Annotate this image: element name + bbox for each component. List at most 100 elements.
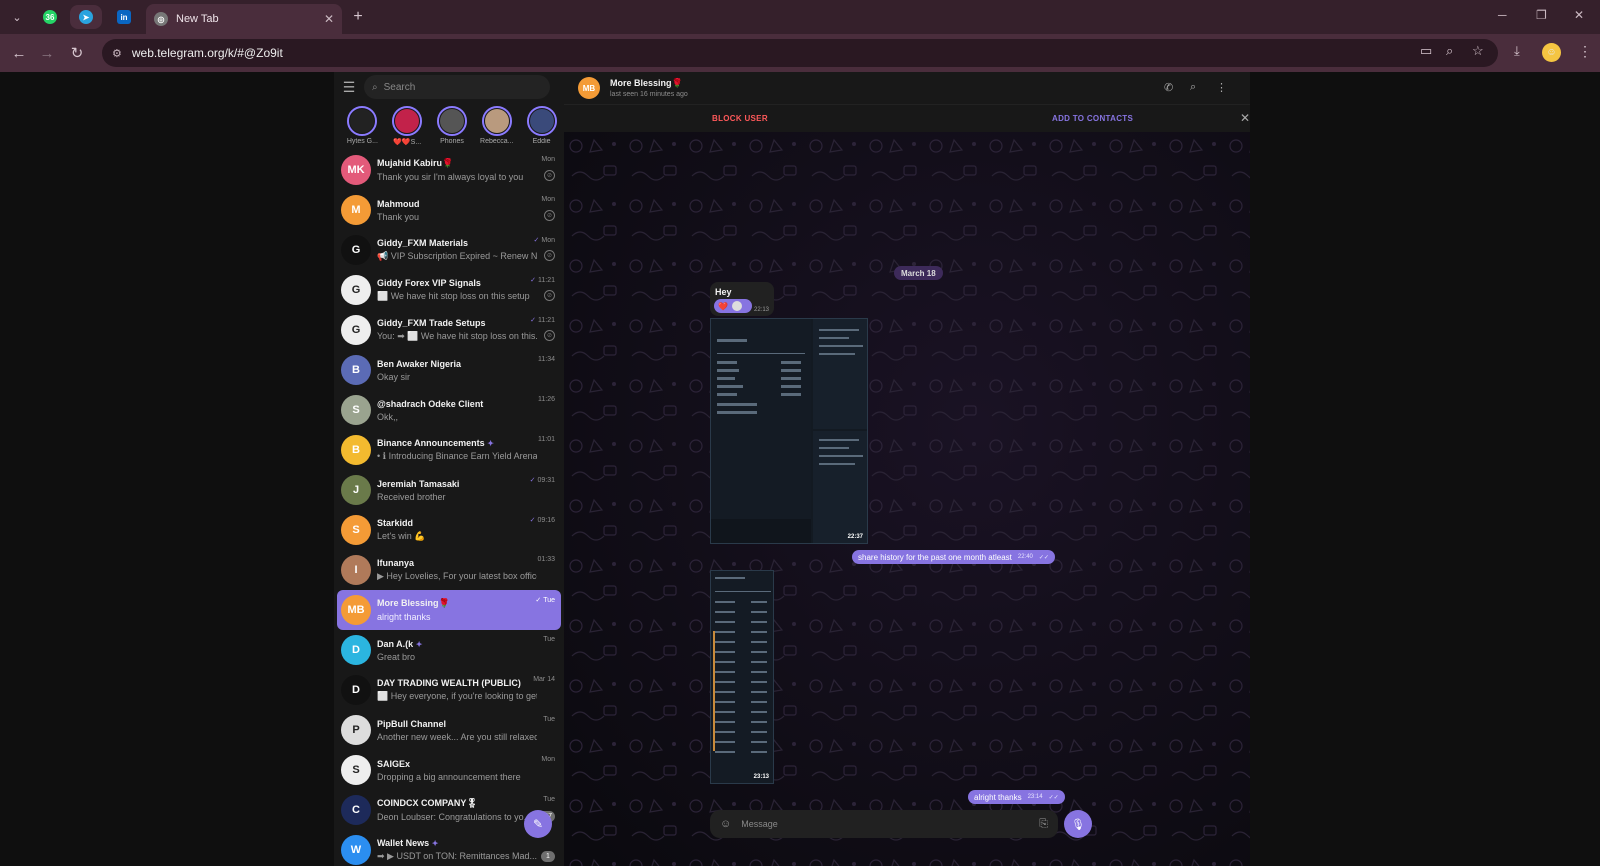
chat-item-body: SAIGEx Dropping a big announcement there <box>377 759 561 782</box>
url-text: web.telegram.org/k/#@Zo9it <box>131 46 283 60</box>
add-to-contacts-button[interactable]: ADD TO CONTACTS <box>1052 114 1133 123</box>
chat-list-item[interactable]: W Wallet News ✦ ➡ ▶ USDT on TON: Remittanc… <box>337 830 561 866</box>
chat-name: Mahmoud <box>377 199 537 209</box>
chat-list-item[interactable]: S SAIGEx Dropping a big announcement there… <box>337 750 561 790</box>
story-item[interactable]: Hytes G... <box>340 106 385 150</box>
chat-last-message: Dropping a big announcement there <box>377 771 521 782</box>
chat-list-item[interactable]: M Mahmoud Thank you Mon ⊘ <box>337 190 561 230</box>
chat-time-text: 11:21 <box>538 277 555 284</box>
menu-icon[interactable]: ☰ <box>334 79 364 96</box>
chat-last-message: Thank you <box>377 211 420 222</box>
chat-name-text: Wallet News <box>377 838 430 848</box>
tab-search-button[interactable]: ⌄ <box>6 7 28 27</box>
search-input[interactable]: ⌕ Search <box>364 75 550 99</box>
story-ring <box>436 106 467 136</box>
verified-icon: ✦ <box>431 839 439 848</box>
close-icon[interactable]: ✕ <box>324 12 334 26</box>
chat-name-text: Mahmoud <box>377 198 420 209</box>
outgoing-message[interactable]: share history for the past one month atl… <box>852 550 1055 564</box>
chat-list-item[interactable]: G Giddy_FXM Materials 📢 VIP Subscription E… <box>337 230 561 270</box>
chat-list-item[interactable]: P PipBull Channel Another new week... Are … <box>337 710 561 750</box>
browser-menu-icon[interactable]: ⋮ <box>1578 43 1592 60</box>
avatar: C <box>341 795 371 825</box>
address-bar[interactable]: ⚙ web.telegram.org/k/#@Zo9it <box>102 39 1498 67</box>
forward-button[interactable]: → <box>36 42 58 64</box>
arrow-left-icon: ← <box>11 44 27 62</box>
story-item[interactable]: Phones <box>430 106 475 150</box>
check-icon: ✓ <box>530 317 536 324</box>
avatar <box>484 109 509 133</box>
new-tab-button[interactable]: + <box>348 7 368 27</box>
story-item[interactable]: Eddie <box>519 106 564 150</box>
browser-toolbar: ← → ↻ ⚙ web.telegram.org/k/#@Zo9it ▭ ⌕ ☆ <box>0 34 1600 72</box>
downloads-icon[interactable]: ⤓ <box>1514 43 1520 59</box>
chat-time: Mon <box>541 156 555 163</box>
chat-list-item[interactable]: B Ben Awaker Nigeria Okay sir 11:34 <box>337 350 561 390</box>
restore-button[interactable]: ❐ <box>1536 8 1547 22</box>
bookmark-star-icon[interactable]: ☆ <box>1472 43 1484 59</box>
chat-name: Ifunanya <box>377 558 537 568</box>
story-ring <box>392 106 423 136</box>
voice-record-button[interactable]: 🎙 <box>1064 810 1092 838</box>
outgoing-message[interactable]: alright thanks 23:14 ✓✓ <box>968 790 1065 804</box>
screenshot-image[interactable]: 23:13 <box>710 570 774 784</box>
tab-new-tab[interactable]: ◎ New Tab ✕ <box>146 4 342 34</box>
chat-list-item[interactable]: MK Mujahid Kabiru🌹 Thank you sir I'm alway… <box>337 150 561 190</box>
chat-title: More Blessing🌹 <box>610 78 683 88</box>
chat-last-message: alright thanks <box>377 612 431 622</box>
pin-icon: ⊘ <box>544 290 555 301</box>
chat-name-text: DAY TRADING WEALTH (PUBLIC) <box>377 678 521 688</box>
story-item[interactable]: Rebecca... <box>474 106 519 150</box>
compose-button[interactable]: ✎ <box>524 810 552 838</box>
emoji-icon[interactable]: ☺ <box>720 818 731 830</box>
last-seen-status: last seen 16 minutes ago <box>610 91 688 98</box>
story-item[interactable]: ❤️❤️S... <box>385 106 430 150</box>
chat-header[interactable]: MB More Blessing🌹 last seen 16 minutes a… <box>564 72 1250 104</box>
install-app-icon[interactable]: ▭ <box>1420 43 1432 59</box>
message-input[interactable]: ☺ Message ⎘ <box>710 810 1058 838</box>
chat-time: 11:26 <box>538 396 555 403</box>
chat-list-item[interactable]: I Ifunanya ▶ Hey Lovelies, For your latest… <box>337 550 561 590</box>
screenshot-image[interactable]: 22:37 <box>710 318 868 544</box>
back-button[interactable]: ← <box>8 42 30 64</box>
incoming-message[interactable]: Hey ❤️ 22:13 <box>710 282 774 316</box>
avatar <box>350 109 375 133</box>
window-close-button[interactable]: ✕ <box>1574 8 1584 22</box>
pinned-tab-telegram[interactable]: ➤ <box>70 5 102 29</box>
reload-button[interactable]: ↻ <box>66 42 88 64</box>
minimize-button[interactable]: ─ <box>1498 8 1507 22</box>
chat-list-item[interactable]: S Starkidd Let's win 💪 ✓ 09:16 <box>337 510 561 550</box>
pinned-tab-whatsapp[interactable]: 36 <box>34 5 66 29</box>
chat-name: SAIGEx <box>377 759 537 769</box>
story-name: Phones <box>440 138 464 145</box>
reaction-chip[interactable]: ❤️ <box>714 299 752 313</box>
profile-avatar[interactable]: ☺ <box>1542 43 1561 62</box>
more-options-icon[interactable]: ⋮ <box>1216 81 1227 94</box>
chat-list-item[interactable]: MB More Blessing🌹 alright thanks ✓ Tue <box>337 590 561 630</box>
chat-list-item[interactable]: G Giddy_FXM Trade Setups You: ➡ ⬜ We have … <box>337 310 561 350</box>
search-icon[interactable]: ⌕ <box>1190 81 1196 94</box>
arrow-right-icon: → <box>39 44 55 62</box>
date-separator: March 18 <box>894 266 943 280</box>
site-info-icon[interactable]: ⚙ <box>112 47 122 60</box>
chat-list-item[interactable]: J Jeremiah Tamasaki Received brother ✓ 09:31 <box>337 470 561 510</box>
chat-item-body: Ifunanya ▶ Hey Lovelies, For your latest … <box>377 558 561 582</box>
chat-list-item[interactable]: B Binance Announcements ✦ • ℹ Introducing … <box>337 430 561 470</box>
paperclip-icon[interactable]: ⎘ <box>1039 818 1048 831</box>
chat-list-item[interactable]: D DAY TRADING WEALTH (PUBLIC) ⬜ Hey everyo… <box>337 670 561 710</box>
avatar[interactable]: MB <box>578 77 600 99</box>
check-icon: ✓ <box>529 477 536 484</box>
chat-list-item[interactable]: G Giddy Forex VIP Signals ⬜ We have hit st… <box>337 270 561 310</box>
zoom-icon[interactable]: ⌕ <box>1446 43 1453 59</box>
phone-icon[interactable]: ✆ <box>1164 81 1173 94</box>
pinned-tab-linkedin[interactable]: in <box>108 5 140 29</box>
block-user-button[interactable]: BLOCK USER <box>712 114 768 123</box>
chat-time: ✓ Tue <box>535 596 555 604</box>
close-icon[interactable]: ✕ <box>1240 111 1250 125</box>
chat-list-item[interactable]: D Dan A.(k ✦ Great bro Tue <box>337 630 561 670</box>
chat-list-item[interactable]: S @shadrach Odeke Client Okk,, 11:26 <box>337 390 561 430</box>
chat-name-text: SAIGEx <box>377 758 411 769</box>
chat-name-text: Starkidd <box>377 518 414 528</box>
chat-header-info[interactable]: More Blessing🌹 last seen 16 minutes ago <box>610 78 688 98</box>
avatar: P <box>341 715 371 745</box>
